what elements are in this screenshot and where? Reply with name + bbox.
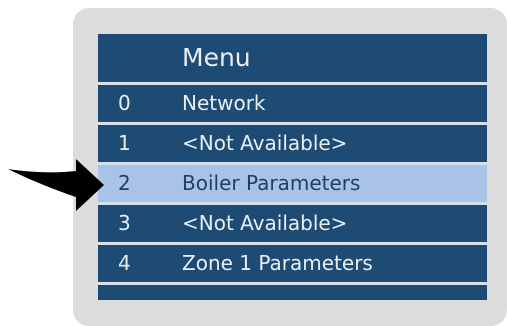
menu-header: Menu [98, 34, 487, 82]
menu-item-zone-1-parameters[interactable]: 4 Zone 1 Parameters [98, 245, 487, 282]
menu-item-label: <Not Available> [182, 131, 348, 155]
menu-item-label: <Not Available> [182, 211, 348, 235]
menu-title: Menu [182, 43, 251, 72]
menu-item-index: 3 [118, 211, 131, 235]
divider [98, 282, 487, 285]
menu-item-label: Boiler Parameters [182, 171, 361, 195]
menu-item-index: 0 [118, 91, 131, 115]
menu-item-label: Zone 1 Parameters [182, 251, 373, 275]
menu-screen: Menu 0 Network 1 <Not Available> 2 Boile… [98, 34, 487, 300]
menu-item-index: 1 [118, 131, 131, 155]
menu-item-boiler-parameters[interactable]: 2 Boiler Parameters [98, 165, 487, 202]
menu-item-not-available-1[interactable]: 1 <Not Available> [98, 125, 487, 162]
menu-item-label: Network [182, 91, 266, 115]
menu-item-index: 2 [118, 171, 131, 195]
menu-item-not-available-3[interactable]: 3 <Not Available> [98, 205, 487, 242]
menu-item-index: 4 [118, 251, 131, 275]
menu-item-network[interactable]: 0 Network [98, 85, 487, 122]
curved-arrow-right-icon [8, 159, 104, 211]
